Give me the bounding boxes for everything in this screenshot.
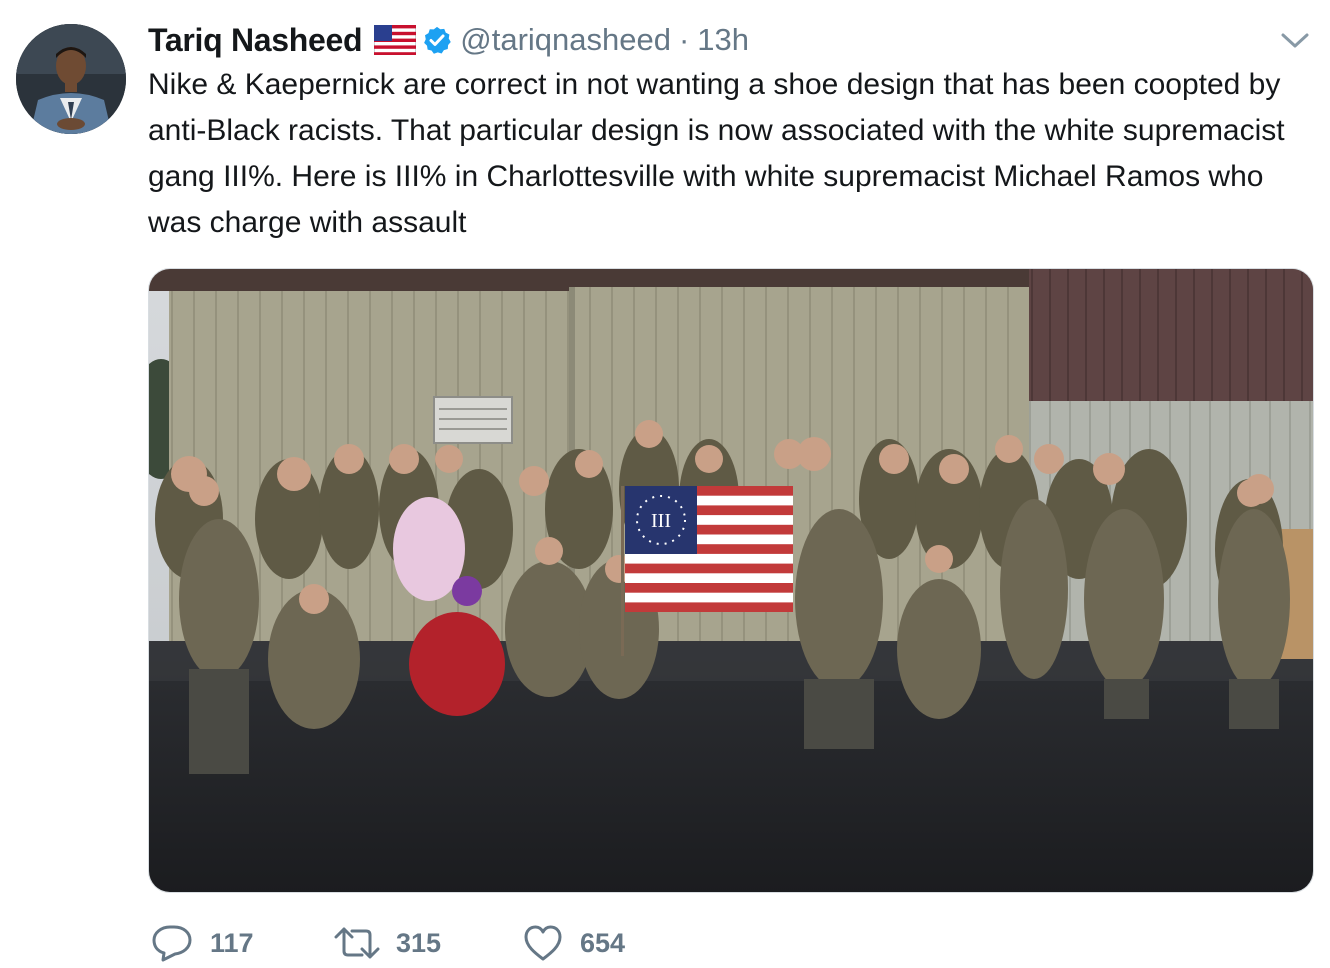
chevron-down-icon[interactable]: [1278, 28, 1312, 52]
reply-button[interactable]: 117: [150, 923, 334, 963]
like-button[interactable]: 654: [522, 923, 662, 963]
tweet-text: Nike & Kaepernick are correct in not wan…: [148, 68, 1285, 239]
tweet-card[interactable]: Tariq Nasheed @tariqnasheed · 13h Nike &…: [0, 0, 1330, 968]
tweet-photo[interactable]: III: [148, 268, 1314, 893]
like-count: 654: [580, 927, 626, 958]
tweet-header: Tariq Nasheed @tariqnasheed · 13h: [148, 20, 749, 60]
retweet-icon: [334, 923, 380, 963]
author-handle[interactable]: @tariqnasheed: [460, 22, 671, 58]
flag-symbol: III: [651, 510, 671, 532]
us-flag-emoji: [373, 24, 417, 56]
retweet-button[interactable]: 315: [334, 923, 522, 963]
tweet-timestamp[interactable]: 13h: [697, 22, 749, 58]
author-avatar[interactable]: [16, 24, 126, 134]
verified-badge-icon: [422, 25, 452, 55]
retweet-count: 315: [396, 927, 442, 958]
author-display-name[interactable]: Tariq Nasheed: [148, 22, 363, 59]
header-separator: ·: [678, 22, 690, 57]
tweet-actions: 117 315 654: [150, 920, 662, 966]
reply-icon: [150, 923, 194, 963]
heart-icon: [522, 923, 564, 963]
reply-count: 117: [210, 927, 254, 958]
